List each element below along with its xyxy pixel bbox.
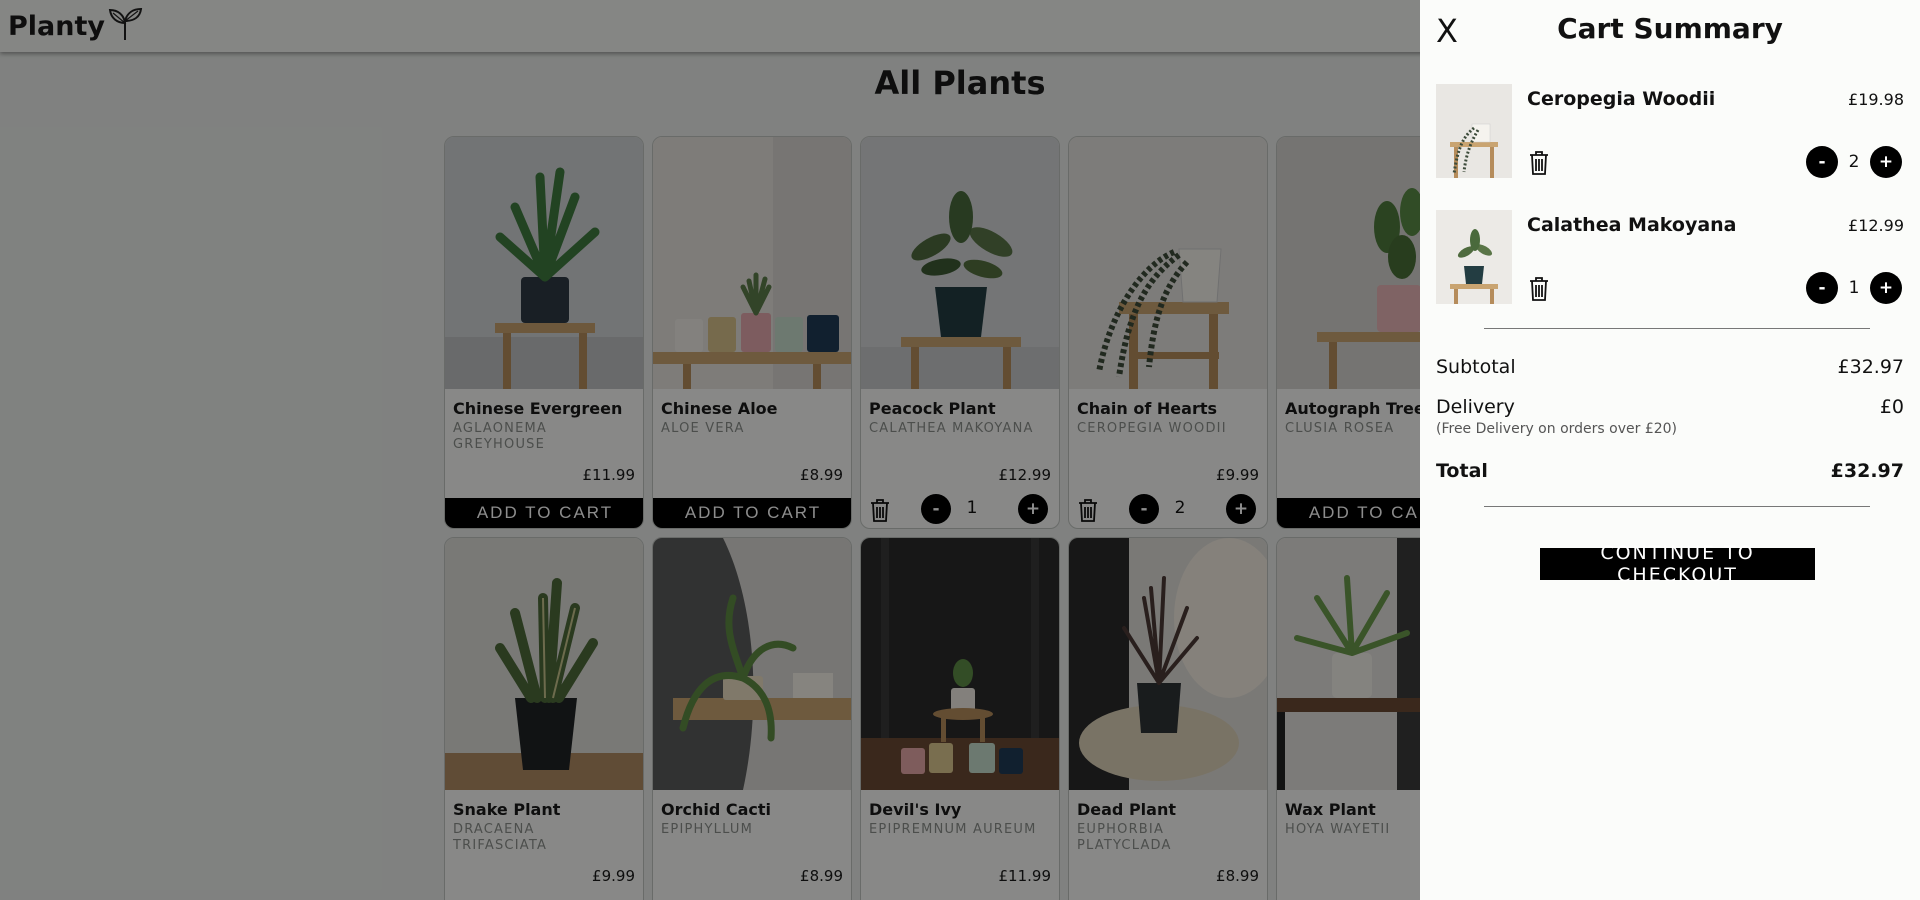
cart-item-quantity: 2	[1848, 152, 1860, 172]
decrease-quantity-button[interactable]: -	[1806, 146, 1838, 178]
trash-icon[interactable]	[1528, 276, 1550, 301]
delivery-value: £0	[1879, 396, 1904, 418]
delivery-label: Delivery	[1436, 396, 1515, 418]
cart-item-price: £12.99	[1848, 216, 1904, 235]
increase-quantity-button[interactable]: +	[1870, 272, 1902, 304]
divider	[1484, 328, 1870, 329]
decrease-quantity-button[interactable]: -	[1806, 272, 1838, 304]
delivery-row: Delivery £0	[1436, 396, 1904, 418]
cart-item: Ceropegia Woodii £19.98 - 2 +	[1436, 84, 1904, 180]
total-row: Total £32.97	[1436, 460, 1904, 482]
divider	[1484, 506, 1870, 507]
subtotal-row: Subtotal £32.97	[1436, 356, 1904, 378]
trash-icon[interactable]	[1528, 150, 1550, 175]
cart-item-image	[1436, 210, 1512, 304]
cart-item-name: Ceropegia Woodii	[1527, 88, 1716, 110]
cart-item-name: Calathea Makoyana	[1527, 214, 1737, 236]
subtotal-value: £32.97	[1837, 356, 1904, 378]
cart-summary-panel: X Cart Summary Ceropegia Woodii £19.98 -…	[1420, 0, 1920, 900]
increase-quantity-button[interactable]: +	[1870, 146, 1902, 178]
cart-item-price: £19.98	[1848, 90, 1904, 109]
cart-item-image	[1436, 84, 1512, 178]
continue-to-checkout-button[interactable]: CONTINUE TO CHECKOUT	[1540, 542, 1815, 586]
cart-item-quantity: 1	[1848, 278, 1860, 298]
subtotal-label: Subtotal	[1436, 356, 1516, 378]
delivery-note: (Free Delivery on orders over £20)	[1436, 421, 1678, 437]
total-value: £32.97	[1830, 460, 1904, 482]
total-label: Total	[1436, 460, 1488, 482]
cart-title: Cart Summary	[1557, 12, 1783, 45]
cart-item: Calathea Makoyana £12.99 - 1 +	[1436, 210, 1904, 306]
